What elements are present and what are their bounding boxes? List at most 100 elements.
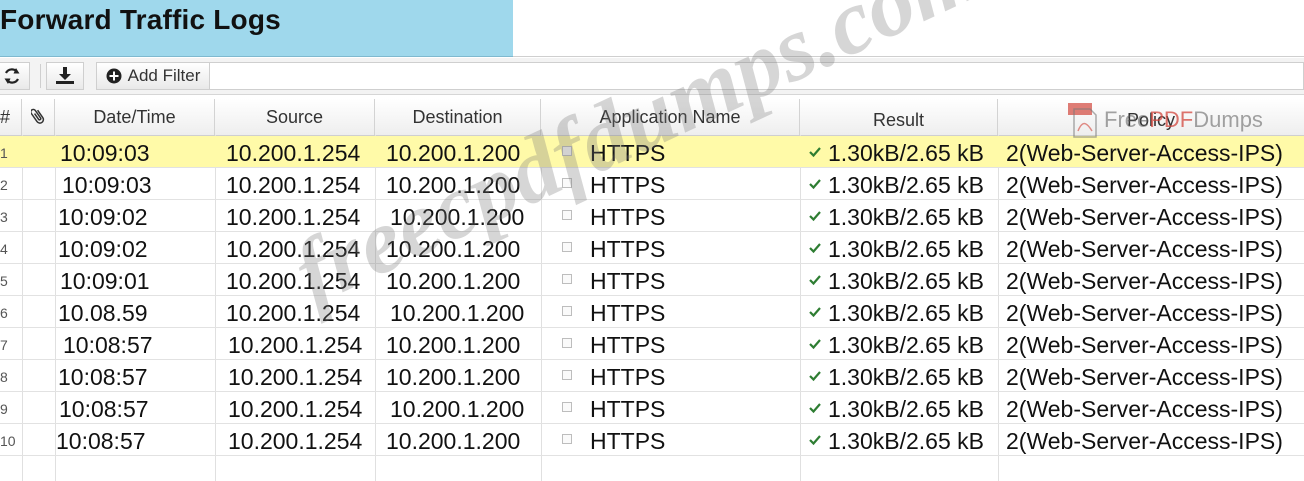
row-policy: 2(Web-Server-Access-IPS) — [1006, 332, 1283, 358]
row-application: HTTPS — [590, 364, 666, 390]
row-source: 10.200.1.254 — [226, 172, 361, 198]
row-number: 10 — [0, 433, 16, 449]
row-destination: 10.200.1.200 — [386, 172, 521, 198]
download-icon — [54, 66, 76, 86]
row-datetime: 10:09:02 — [58, 204, 148, 230]
row-source: 10.200.1.254 — [226, 236, 361, 262]
row-datetime: 10:08:57 — [59, 396, 149, 422]
row-datetime: 10.08.59 — [58, 300, 148, 326]
row-datetime: 10:08:57 — [56, 428, 146, 454]
column-header-datetime[interactable]: Date/Time — [55, 99, 215, 135]
row-application: HTTPS — [590, 236, 666, 262]
row-result: 1.30kB/2.65 kB — [828, 300, 984, 326]
checkmark-icon — [808, 232, 822, 264]
row-datetime: 10:09:02 — [58, 236, 148, 262]
row-source: 10.200.1.254 — [226, 300, 361, 326]
add-filter-label: Add Filter — [127, 66, 201, 85]
application-icon — [562, 146, 572, 156]
add-filter-button[interactable]: Add Filter — [96, 62, 210, 90]
row-policy: 2(Web-Server-Access-IPS) — [1006, 396, 1283, 422]
row-source: 10.200.1.254 — [226, 140, 361, 166]
application-icon — [562, 434, 572, 444]
filter-bar[interactable] — [210, 62, 1304, 90]
plus-circle-icon — [106, 68, 122, 84]
row-application: HTTPS — [590, 204, 666, 230]
application-icon — [562, 370, 572, 380]
table-row[interactable]: 6 10.08.59 10.200.1.254 10.200.1.200 HTTPS 1.… — [0, 296, 1304, 328]
table-row[interactable]: 1 10:09:03 10.200.1.254 10.200.1.200 HTTPS 1.… — [0, 136, 1304, 168]
toolbar-separator — [40, 64, 41, 88]
row-result: 1.30kB/2.65 kB — [828, 204, 984, 230]
row-datetime: 10:09:03 — [62, 172, 152, 198]
row-destination: 10.200.1.200 — [386, 140, 521, 166]
table-header: # Date/Time Source Destination Applicati… — [0, 99, 1304, 136]
row-destination: 10.200.1.200 — [390, 204, 525, 230]
table-row[interactable]: 9 10:08:57 10.200.1.254 10.200.1.200 HTTPS 1.… — [0, 392, 1304, 424]
row-destination: 10.200.1.200 — [386, 332, 521, 358]
row-datetime: 10:09:01 — [60, 268, 150, 294]
row-number: 5 — [0, 273, 8, 289]
row-number: 6 — [0, 305, 8, 321]
row-result: 1.30kB/2.65 kB — [828, 396, 984, 422]
row-destination: 10.200.1.200 — [386, 428, 521, 454]
row-application: HTTPS — [590, 140, 666, 166]
row-source: 10.200.1.254 — [226, 268, 361, 294]
row-policy: 2(Web-Server-Access-IPS) — [1006, 140, 1283, 166]
application-icon — [562, 402, 572, 412]
row-number: 9 — [0, 401, 8, 417]
column-header-attachment[interactable] — [22, 99, 55, 135]
table-row[interactable]: 5 10:09:01 10.200.1.254 10.200.1.200 HTTPS 1.… — [0, 264, 1304, 296]
table-row[interactable]: 10 10:08:57 10.200.1.254 10.200.1.200 HTTPS 1… — [0, 424, 1304, 456]
table-row[interactable]: 4 10:09:02 10.200.1.254 10.200.1.200 HTTPS 1.… — [0, 232, 1304, 264]
row-number: 3 — [0, 209, 8, 225]
checkmark-icon — [808, 360, 822, 392]
row-source: 10.200.1.254 — [226, 204, 361, 230]
checkmark-icon — [808, 328, 822, 360]
application-icon — [562, 242, 572, 252]
row-number: 1 — [0, 145, 8, 161]
checkmark-icon — [808, 424, 822, 456]
checkmark-icon — [808, 264, 822, 296]
row-source: 10.200.1.254 — [228, 332, 363, 358]
application-icon — [562, 274, 572, 284]
row-result: 1.30kB/2.65 kB — [828, 172, 984, 198]
table-row[interactable]: 3 10:09:02 10.200.1.254 10.200.1.200 HTTPS 1.… — [0, 200, 1304, 232]
row-application: HTTPS — [590, 428, 666, 454]
row-destination: 10.200.1.200 — [386, 236, 521, 262]
row-destination: 10.200.1.200 — [390, 396, 525, 422]
table-row[interactable]: 8 10:08:57 10.200.1.254 10.200.1.200 HTTPS 1.… — [0, 360, 1304, 392]
row-number: 7 — [0, 337, 8, 353]
checkmark-icon — [808, 392, 822, 424]
table-row[interactable]: 7 10:08:57 10.200.1.254 10.200.1.200 HTTPS 1.… — [0, 328, 1304, 360]
refresh-button[interactable] — [0, 62, 30, 90]
page-title: Forward Traffic Logs — [0, 4, 281, 35]
checkmark-icon — [808, 136, 822, 168]
application-icon — [562, 178, 572, 188]
column-header-policy[interactable]: Policy — [998, 99, 1304, 135]
row-source: 10.200.1.254 — [228, 428, 363, 454]
column-header-result[interactable]: Result — [800, 99, 998, 135]
application-icon — [562, 338, 572, 348]
table-row[interactable]: 2 10:09:03 10.200.1.254 10.200.1.200 HTTPS 1.… — [0, 168, 1304, 200]
row-result: 1.30kB/2.65 kB — [828, 268, 984, 294]
column-header-destination[interactable]: Destination — [375, 99, 541, 135]
row-destination: 10.200.1.200 — [386, 268, 521, 294]
row-application: HTTPS — [590, 300, 666, 326]
row-policy: 2(Web-Server-Access-IPS) — [1006, 204, 1283, 230]
row-policy: 2(Web-Server-Access-IPS) — [1006, 236, 1283, 262]
column-header-application[interactable]: Application Name — [541, 99, 800, 135]
row-number: 4 — [0, 241, 8, 257]
row-application: HTTPS — [590, 268, 666, 294]
column-header-source[interactable]: Source — [215, 99, 375, 135]
column-header-number[interactable]: # — [0, 99, 22, 135]
checkmark-icon — [808, 296, 822, 328]
application-icon — [562, 306, 572, 316]
toolbar: Add Filter — [0, 58, 1304, 95]
row-application: HTTPS — [590, 172, 666, 198]
row-source: 10.200.1.254 — [228, 396, 363, 422]
row-policy: 2(Web-Server-Access-IPS) — [1006, 428, 1283, 454]
application-icon — [562, 210, 572, 220]
row-policy: 2(Web-Server-Access-IPS) — [1006, 268, 1283, 294]
row-application: HTTPS — [590, 332, 666, 358]
download-button[interactable] — [46, 62, 84, 90]
